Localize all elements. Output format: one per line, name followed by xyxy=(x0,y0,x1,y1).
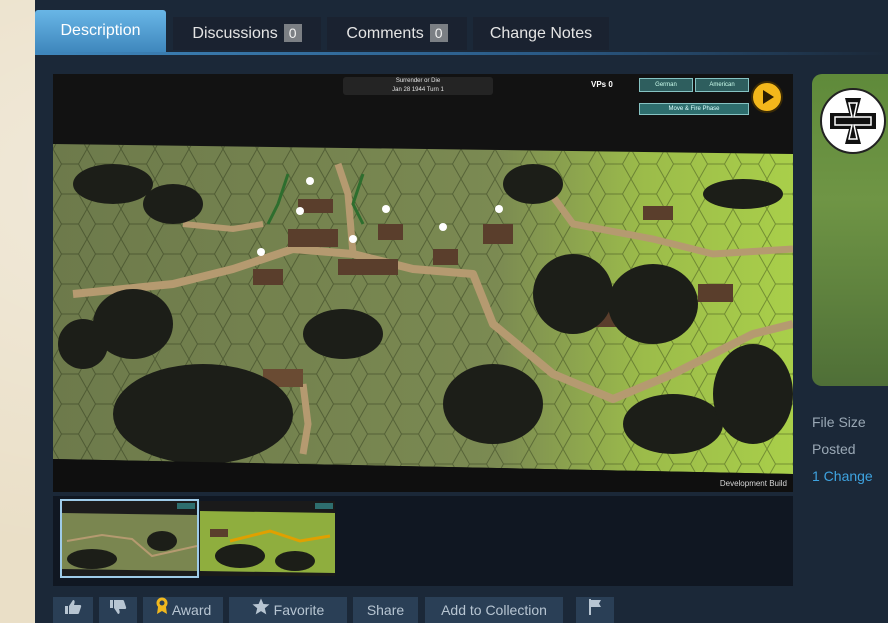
vps-label: VPs 0 xyxy=(591,80,613,89)
posted-label: Posted xyxy=(812,441,856,457)
thumbs-down-icon xyxy=(109,597,127,623)
tab-description[interactable]: Description xyxy=(35,10,166,52)
tab-change-notes[interactable]: Change Notes xyxy=(473,17,609,50)
add-to-collection-label: Add to Collection xyxy=(441,602,547,618)
hud-right-panel: VPs 0 German American Move & Fire Phase xyxy=(543,77,783,117)
phase-label: Move & Fire Phase xyxy=(639,103,749,115)
add-to-collection-button[interactable]: Add to Collection xyxy=(425,597,563,623)
workshop-item-panel: Description Discussions 0 Comments 0 Chang… xyxy=(35,0,888,623)
favorite-button[interactable]: Favorite xyxy=(229,597,347,623)
thumbs-down-button[interactable] xyxy=(99,597,137,623)
preview-image[interactable] xyxy=(812,74,888,386)
thumbnail-1[interactable] xyxy=(60,499,199,578)
faction-american: American xyxy=(695,78,749,92)
tab-change-notes-label: Change Notes xyxy=(489,25,593,42)
thumbs-up-button[interactable] xyxy=(53,597,93,623)
scenario-date: Jan 28 1944 Turn 1 xyxy=(392,87,444,93)
share-button[interactable]: Share xyxy=(353,597,418,623)
main-screenshot[interactable]: Surrender or Die Jan 28 1944 Turn 1 VPs … xyxy=(53,74,793,492)
file-size-label: File Size xyxy=(812,414,866,430)
thumbs-up-icon xyxy=(64,597,82,623)
play-icon xyxy=(751,81,783,113)
comments-count-badge: 0 xyxy=(429,23,448,42)
iron-cross-icon xyxy=(820,88,886,154)
scenario-banner: Surrender or Die Jan 28 1944 Turn 1 xyxy=(343,77,493,95)
thumbnail-2[interactable] xyxy=(200,501,335,576)
share-label: Share xyxy=(366,602,405,618)
tab-discussions[interactable]: Discussions 0 xyxy=(173,17,321,50)
favorite-label: Favorite xyxy=(273,602,325,618)
development-build-watermark: Development Build xyxy=(719,479,787,488)
change-notes-link[interactable]: 1 Change xyxy=(812,468,873,484)
scenario-title: Surrender or Die xyxy=(395,78,441,84)
flag-icon xyxy=(588,597,602,623)
award-label: Award xyxy=(171,602,212,618)
star-icon xyxy=(252,597,270,623)
hex-map-image xyxy=(53,74,793,492)
award-button[interactable]: Award xyxy=(143,597,223,623)
tab-description-label: Description xyxy=(60,22,141,39)
tab-comments[interactable]: Comments 0 xyxy=(327,17,467,50)
tab-underline xyxy=(35,52,888,55)
report-button[interactable] xyxy=(576,597,614,623)
faction-german: German xyxy=(639,78,693,92)
discussions-count-badge: 0 xyxy=(283,23,302,42)
award-icon xyxy=(155,597,169,623)
thumbnail-strip xyxy=(53,496,793,586)
tab-comments-label: Comments xyxy=(346,25,424,42)
tab-discussions-label: Discussions xyxy=(192,25,278,42)
